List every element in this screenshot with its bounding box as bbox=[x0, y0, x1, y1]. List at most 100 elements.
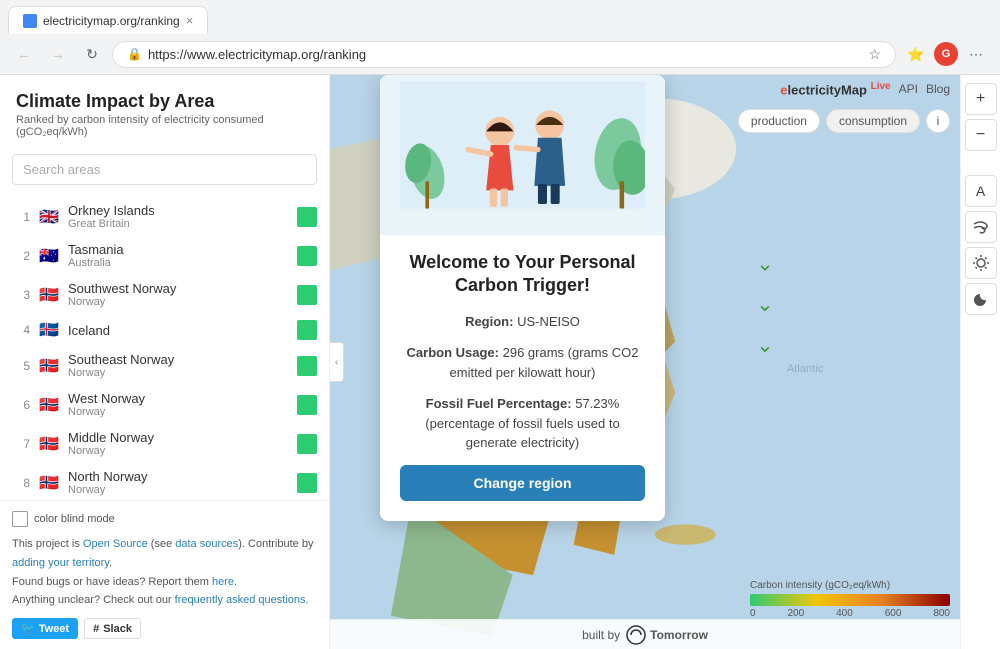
rank-item[interactable]: 3 🇳🇴 Southwest Norway Norway bbox=[0, 275, 329, 314]
area-country: Norway bbox=[68, 445, 289, 457]
carbon-indicator bbox=[297, 320, 317, 340]
map-area[interactable]: Atlantic ⌄ ⌄ ⌄ electricityMap Live API B… bbox=[330, 75, 1000, 649]
country-flag: 🇬🇧 bbox=[38, 209, 60, 225]
area-info: Middle Norway Norway bbox=[68, 430, 289, 457]
area-info: Southeast Norway Norway bbox=[68, 352, 289, 379]
sidebar-footer: color blind mode This project is Open So… bbox=[0, 500, 329, 649]
search-input[interactable] bbox=[12, 154, 317, 185]
rank-item[interactable]: 4 🇮🇸 Iceland bbox=[0, 314, 329, 346]
area-country: Australia bbox=[68, 257, 289, 269]
tab-close[interactable]: × bbox=[186, 13, 194, 28]
tweet-button[interactable]: 🐦 Tweet bbox=[12, 618, 78, 639]
area-info: West Norway Norway bbox=[68, 391, 289, 418]
area-name: Middle Norway bbox=[68, 430, 289, 445]
rank-item[interactable]: 5 🇳🇴 Southeast Norway Norway bbox=[0, 346, 329, 385]
extensions-button[interactable]: ⭐ bbox=[902, 40, 930, 68]
legend-label-0: 0 bbox=[750, 608, 756, 619]
solar-button[interactable] bbox=[965, 247, 997, 279]
footer-text1: This project is bbox=[12, 538, 83, 550]
area-info: North Norway Norway bbox=[68, 469, 289, 496]
forward-button[interactable]: → bbox=[44, 40, 72, 68]
tomorrow-label: Tomorrow bbox=[650, 628, 708, 642]
search-container bbox=[0, 146, 329, 193]
area-name: Southwest Norway bbox=[68, 281, 289, 296]
legend-label-400: 400 bbox=[836, 608, 853, 619]
browser-nav: ← → ↻ 🔒 https://www.electricitymap.org/r… bbox=[0, 34, 1000, 74]
carbon-indicator bbox=[297, 434, 317, 454]
rank-item[interactable]: 6 🇳🇴 West Norway Norway bbox=[0, 385, 329, 424]
data-sources-link[interactable]: data sources bbox=[175, 538, 238, 550]
wind-button[interactable] bbox=[965, 211, 997, 243]
country-flag: 🇳🇴 bbox=[38, 436, 60, 452]
tweet-label: Tweet bbox=[39, 623, 69, 635]
ranking-list: 1 🇬🇧 Orkney Islands Great Britain 2 🇦🇺 T… bbox=[0, 193, 329, 500]
carbon-indicator bbox=[297, 395, 317, 415]
active-tab[interactable]: electricitymap.org/ranking × bbox=[8, 6, 208, 34]
menu-button[interactable]: ⋯ bbox=[962, 40, 990, 68]
area-info: Iceland bbox=[68, 323, 289, 338]
carbon-indicator bbox=[297, 285, 317, 305]
tomorrow-logo: Tomorrow bbox=[626, 625, 708, 645]
change-region-button[interactable]: Change region bbox=[400, 465, 645, 501]
popup-illustration bbox=[380, 75, 665, 235]
popup-content: Welcome to Your Personal Carbon Trigger!… bbox=[380, 235, 665, 521]
wind-icon bbox=[972, 218, 990, 236]
svg-text:⌄: ⌄ bbox=[756, 335, 773, 357]
zoom-out-button[interactable]: − bbox=[965, 119, 997, 151]
night-mode-button[interactable] bbox=[965, 283, 997, 315]
color-blind-checkbox[interactable] bbox=[12, 511, 28, 527]
translate-button[interactable]: A bbox=[965, 175, 997, 207]
back-button[interactable]: ← bbox=[10, 40, 38, 68]
legend-bar bbox=[750, 594, 950, 606]
svg-text:⌄: ⌄ bbox=[756, 294, 773, 316]
country-flag: 🇳🇴 bbox=[38, 397, 60, 413]
refresh-button[interactable]: ↻ bbox=[78, 40, 106, 68]
rank-number: 5 bbox=[12, 359, 30, 373]
color-blind-row: color blind mode bbox=[12, 511, 317, 527]
sidebar-title: Climate Impact by Area bbox=[16, 91, 313, 112]
brand-name: electricityMap Live bbox=[780, 81, 890, 97]
sidebar-toggle[interactable]: ‹ bbox=[330, 342, 344, 382]
legend-title: Carbon intensity (gCO₂eq/kWh) bbox=[750, 580, 950, 591]
faq-link[interactable]: frequently asked questions bbox=[175, 594, 306, 606]
region-label: Region: bbox=[465, 314, 513, 329]
api-link[interactable]: API bbox=[899, 82, 918, 96]
sidebar-header: Climate Impact by Area Ranked by carbon … bbox=[0, 75, 329, 146]
rank-number: 6 bbox=[12, 398, 30, 412]
area-name: Southeast Norway bbox=[68, 352, 289, 367]
production-toggle[interactable]: production bbox=[738, 109, 820, 133]
blog-link[interactable]: Blog bbox=[926, 82, 950, 96]
bookmark-icon[interactable]: ☆ bbox=[868, 46, 881, 63]
address-bar[interactable]: 🔒 https://www.electricitymap.org/ranking… bbox=[112, 41, 896, 68]
color-blind-label: color blind mode bbox=[34, 513, 115, 525]
brand-e-icon: e bbox=[780, 82, 787, 97]
zoom-in-button[interactable]: + bbox=[965, 83, 997, 115]
rank-number: 4 bbox=[12, 323, 30, 337]
rank-item[interactable]: 7 🇳🇴 Middle Norway Norway bbox=[0, 424, 329, 463]
rank-number: 1 bbox=[12, 210, 30, 224]
browser-chrome: electricitymap.org/ranking × ← → ↻ 🔒 htt… bbox=[0, 0, 1000, 75]
carbon-indicator bbox=[297, 356, 317, 376]
popup-carbon: Carbon Usage: 296 grams (grams CO2 emitt… bbox=[400, 343, 645, 382]
rank-number: 3 bbox=[12, 288, 30, 302]
popup-title: Welcome to Your Personal Carbon Trigger! bbox=[400, 251, 645, 298]
legend-label-200: 200 bbox=[787, 608, 804, 619]
legend-label-800: 800 bbox=[933, 608, 950, 619]
open-source-link[interactable]: Open Source bbox=[83, 538, 148, 550]
legend-label-600: 600 bbox=[885, 608, 902, 619]
legend-labels: 0 200 400 600 800 bbox=[750, 608, 950, 619]
slack-button[interactable]: # Slack bbox=[84, 618, 141, 639]
map-top-controls: production consumption i bbox=[738, 109, 950, 133]
carbon-legend: Carbon intensity (gCO₂eq/kWh) 0 200 400 … bbox=[750, 580, 950, 619]
rank-item[interactable]: 1 🇬🇧 Orkney Islands Great Britain bbox=[0, 197, 329, 236]
rank-item[interactable]: 2 🇦🇺 Tasmania Australia bbox=[0, 236, 329, 275]
profile-avatar[interactable]: G bbox=[934, 42, 958, 66]
rank-item[interactable]: 8 🇳🇴 North Norway Norway bbox=[0, 463, 329, 500]
info-button[interactable]: i bbox=[926, 109, 950, 133]
main-content: Climate Impact by Area Ranked by carbon … bbox=[0, 75, 1000, 649]
report-link[interactable]: here bbox=[212, 576, 234, 588]
area-info: Tasmania Australia bbox=[68, 242, 289, 269]
add-territory-link[interactable]: adding your territory bbox=[12, 557, 109, 569]
consumption-toggle[interactable]: consumption bbox=[826, 109, 920, 133]
area-country: Norway bbox=[68, 406, 289, 418]
